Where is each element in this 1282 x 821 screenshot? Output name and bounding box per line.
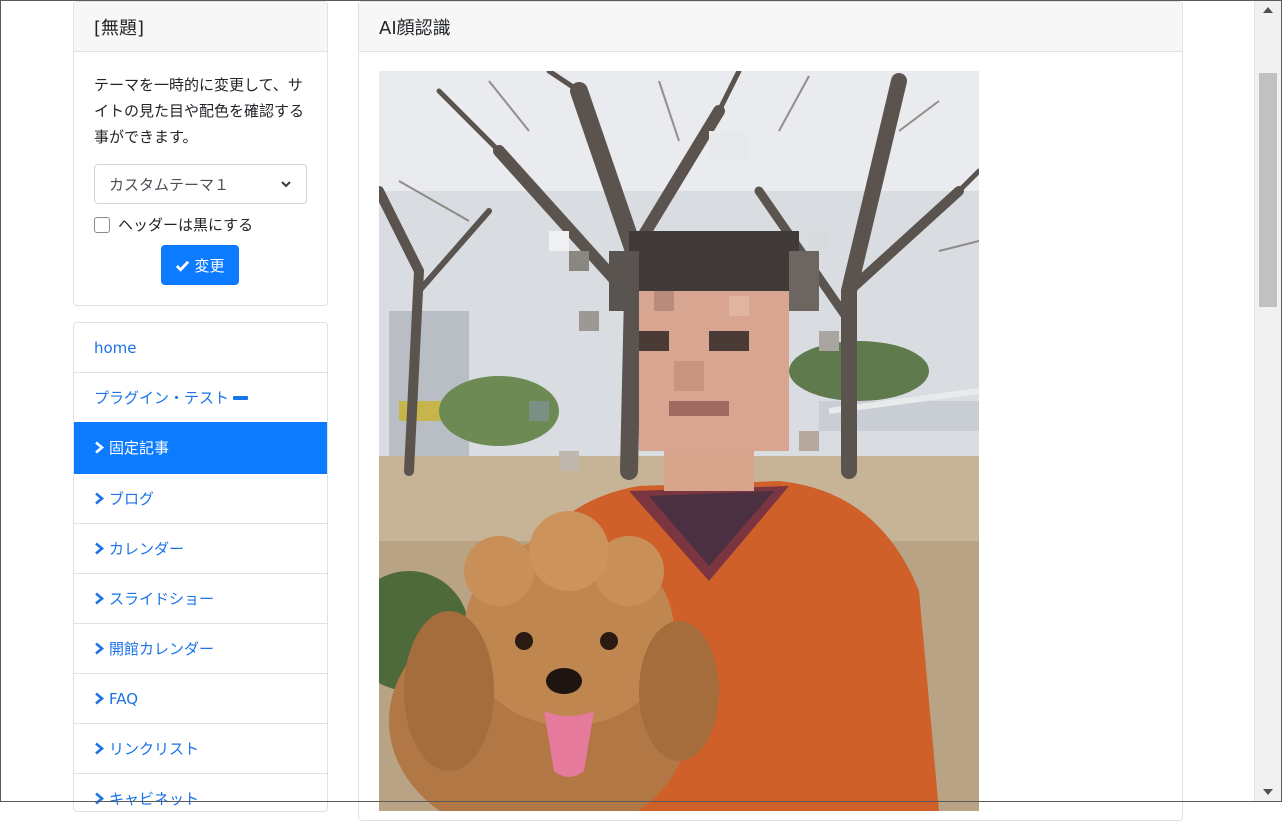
photo-illustration: [379, 71, 979, 811]
nav-item-home[interactable]: home: [74, 323, 327, 373]
apply-button-label: 変更: [194, 256, 225, 275]
nav-item-opening-calendar[interactable]: 開館カレンダー: [74, 624, 327, 674]
theme-switcher-card: [無題] テーマを一時的に変更して、サイトの見た目や配色を確認する事ができます。…: [73, 1, 328, 306]
nav-item-label: ブログ: [109, 490, 155, 508]
header-black-checkbox[interactable]: ヘッダーは黒にする: [94, 214, 253, 235]
nav-item-label: カレンダー: [109, 540, 185, 558]
chevron-right-icon: [95, 742, 105, 755]
scroll-up-arrow-icon[interactable]: [1255, 1, 1281, 19]
collapse-minus-icon: [233, 395, 249, 400]
main-content-card: AI顔認識: [358, 1, 1183, 821]
chevron-right-icon: [95, 592, 105, 605]
chevron-down-icon: [281, 181, 291, 188]
site-menu: home プラグイン・テスト 固定記事 ブログ カレンダー スライドショー 開館…: [73, 322, 328, 812]
scroll-down-arrow-icon[interactable]: [1255, 783, 1281, 801]
nav-item-faq[interactable]: FAQ: [74, 674, 327, 724]
chevron-right-icon: [95, 642, 105, 655]
nav-item-label: スライドショー: [109, 590, 215, 608]
nav-item-cabinet[interactable]: キャビネット: [74, 774, 327, 811]
chevron-right-icon: [95, 692, 105, 705]
chevron-right-icon: [95, 792, 105, 805]
chevron-right-icon: [95, 492, 105, 505]
face-recognition-photo: [379, 71, 979, 811]
nav-item-label: 開館カレンダー: [109, 640, 215, 658]
theme-select[interactable]: カスタムテーマ１: [94, 164, 307, 204]
nav-item-slideshow[interactable]: スライドショー: [74, 574, 327, 624]
apply-theme-button[interactable]: 変更: [161, 245, 239, 285]
scrollbar-thumb[interactable]: [1259, 73, 1277, 307]
nav-item-calendar[interactable]: カレンダー: [74, 524, 327, 574]
nav-item-plugin-test[interactable]: プラグイン・テスト: [74, 373, 327, 423]
theme-description: テーマを一時的に変更して、サイトの見た目や配色を確認する事ができます。: [94, 76, 305, 146]
nav-item-label: FAQ: [109, 689, 139, 708]
chevron-right-icon: [95, 441, 105, 454]
nav-item-fixed-articles[interactable]: 固定記事: [74, 422, 327, 474]
nav-item-label: home: [94, 338, 137, 357]
checkbox-box[interactable]: [94, 216, 110, 233]
page-scrollbar[interactable]: [1254, 1, 1281, 801]
nav-item-label: キャビネット: [109, 790, 200, 808]
nav-item-blog[interactable]: ブログ: [74, 474, 327, 524]
chevron-right-icon: [95, 542, 105, 555]
checkbox-label: ヘッダーは黒にする: [118, 216, 254, 234]
nav-item-link-list[interactable]: リンクリスト: [74, 724, 327, 774]
nav-item-label: リンクリスト: [109, 740, 200, 758]
theme-card-title: [無題]: [74, 2, 327, 52]
nav-item-label: プラグイン・テスト: [94, 389, 230, 407]
page-title: AI顔認識: [359, 2, 1182, 52]
check-icon: [176, 260, 190, 272]
nav-item-label: 固定記事: [109, 439, 170, 457]
theme-select-value: カスタムテーマ１: [109, 175, 230, 194]
